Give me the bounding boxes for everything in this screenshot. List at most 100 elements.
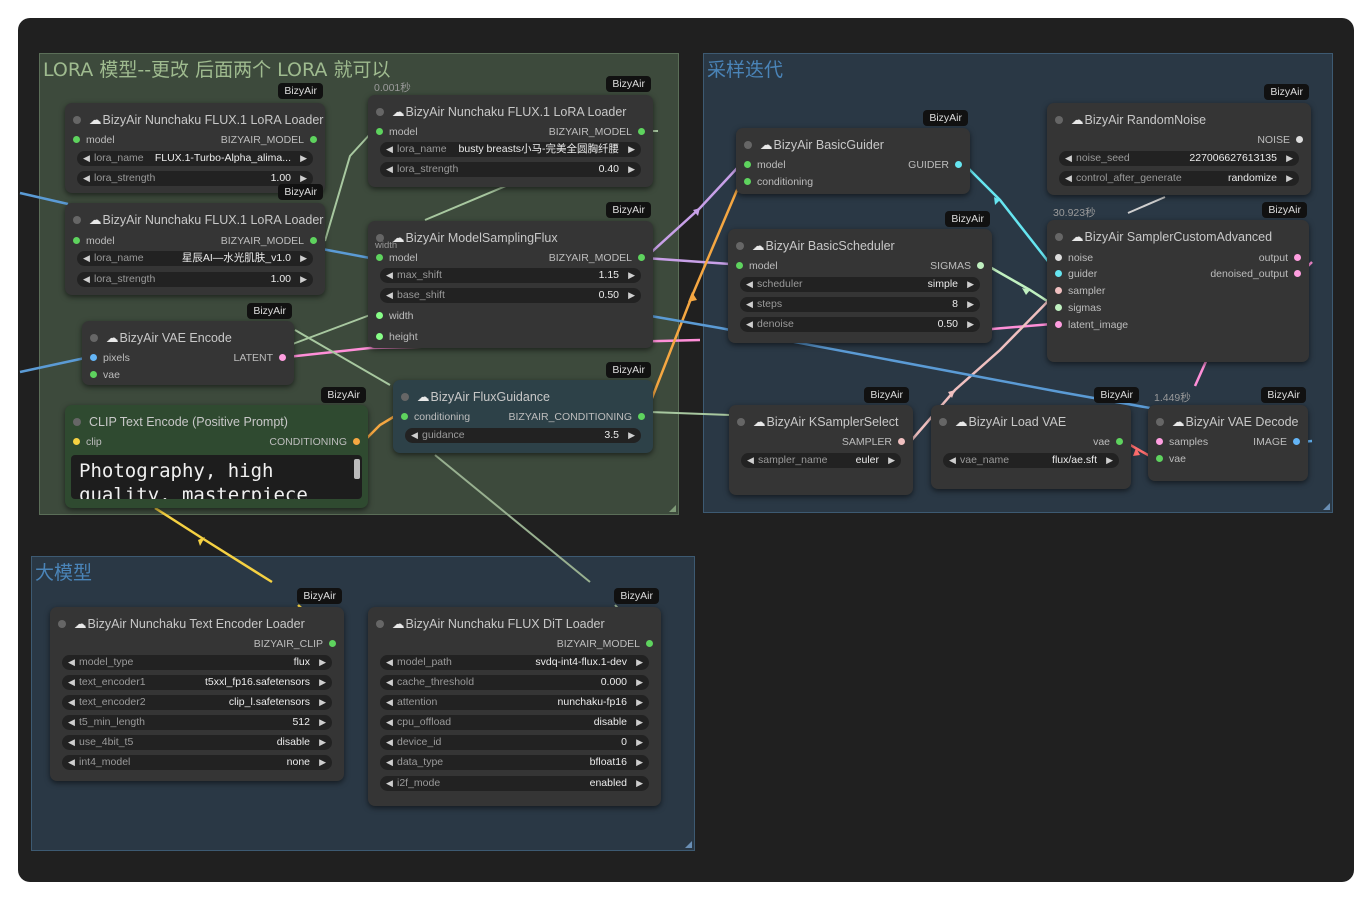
arrow-left-icon[interactable]: ◀ — [68, 735, 75, 750]
model-socket-icon[interactable] — [638, 254, 645, 261]
model-socket-icon[interactable] — [310, 237, 317, 244]
model-socket-icon[interactable] — [376, 254, 383, 261]
widget-control-after-generate[interactable]: ◀ control_after_generate randomize ▶ — [1059, 171, 1299, 186]
arrow-left-icon[interactable]: ◀ — [746, 277, 753, 292]
widget-base-shift[interactable]: ◀ base_shift 0.50 ▶ — [380, 288, 641, 303]
widget-max-shift[interactable]: ◀ max_shift 1.15 ▶ — [380, 268, 641, 283]
model-socket-icon[interactable] — [310, 136, 317, 143]
arrow-right-icon[interactable]: ▶ — [636, 735, 643, 750]
input-slot-sampler[interactable]: sampler — [1055, 284, 1105, 298]
node-vae-encode[interactable]: BizyAir ☁BizyAir VAE Encode pixels LATEN… — [82, 303, 294, 385]
widget-steps[interactable]: ◀ steps 8 ▶ — [740, 297, 980, 312]
arrow-left-icon[interactable]: ◀ — [68, 655, 75, 670]
arrow-right-icon[interactable]: ▶ — [319, 675, 326, 690]
widget-guidance[interactable]: ◀ guidance 3.5 ▶ — [405, 428, 641, 443]
node-vae-decode[interactable]: 1.449秒 BizyAir ☁BizyAir VAE Decode sampl… — [1148, 387, 1308, 481]
arrow-left-icon[interactable]: ◀ — [949, 453, 956, 468]
arrow-left-icon[interactable]: ◀ — [386, 735, 393, 750]
node-title[interactable]: ☁BizyAir Nunchaku FLUX DiT Loader — [376, 616, 605, 632]
widget-attention[interactable]: ◀ attention nunchaku-fp16 ▶ — [380, 695, 649, 710]
image-socket-icon[interactable] — [1293, 438, 1300, 445]
input-slot-conditioning[interactable]: conditioning — [401, 410, 470, 424]
output-slot-sigmas[interactable]: SIGMAS — [930, 259, 984, 273]
arrow-left-icon[interactable]: ◀ — [386, 288, 393, 303]
input-slot-latent[interactable]: latent_image — [1055, 318, 1128, 332]
node-title[interactable]: ☁BizyAir VAE Encode — [90, 330, 232, 346]
conditioning-socket-icon[interactable] — [744, 178, 751, 185]
node-title[interactable]: ☁BizyAir SamplerCustomAdvanced — [1055, 229, 1272, 245]
widget-int4-model[interactable]: ◀ int4_model none ▶ — [62, 755, 332, 770]
arrow-left-icon[interactable]: ◀ — [1065, 171, 1072, 186]
node-title[interactable]: ☁BizyAir Load VAE — [939, 414, 1066, 430]
output-slot-guider[interactable]: GUIDER — [908, 158, 962, 172]
latent-socket-icon[interactable] — [1055, 321, 1062, 328]
widget-cpu-offload[interactable]: ◀ cpu_offload disable ▶ — [380, 715, 649, 730]
widget-sampler-name[interactable]: ◀ sampler_name euler ▶ — [741, 453, 901, 468]
sampler-socket-icon[interactable] — [898, 438, 905, 445]
conditioning-socket-icon[interactable] — [401, 413, 408, 420]
input-slot-model[interactable]: model — [744, 158, 786, 172]
model-socket-icon[interactable] — [73, 136, 80, 143]
node-ksampler-select[interactable]: BizyAir ☁BizyAir KSamplerSelect SAMPLER … — [729, 387, 913, 495]
arrow-right-icon[interactable]: ▶ — [967, 317, 974, 332]
arrow-left-icon[interactable]: ◀ — [747, 453, 754, 468]
arrow-right-icon[interactable]: ▶ — [319, 655, 326, 670]
widget-i2f-mode[interactable]: ◀ i2f_mode enabled ▶ — [380, 776, 649, 791]
model-socket-icon[interactable] — [744, 161, 751, 168]
output-slot-latent[interactable]: LATENT — [234, 351, 286, 365]
arrow-right-icon[interactable]: ▶ — [967, 277, 974, 292]
prompt-textarea[interactable]: Photography, high quality, masterpiece — [71, 455, 362, 499]
arrow-left-icon[interactable]: ◀ — [386, 755, 393, 770]
arrow-right-icon[interactable]: ▶ — [636, 776, 643, 791]
widget-lora-name[interactable]: ◀ lora_name FLUX.1-Turbo-Alpha_alima... ▶ — [77, 151, 313, 166]
arrow-right-icon[interactable]: ▶ — [319, 695, 326, 710]
widget-model-path[interactable]: ◀ model_path svdq-int4-flux.1-dev ▶ — [380, 655, 649, 670]
output-slot-sampler[interactable]: SAMPLER — [842, 435, 905, 449]
node-flux-guidance[interactable]: BizyAir ☁BizyAir FluxGuidance conditioni… — [393, 362, 653, 453]
arrow-right-icon[interactable]: ▶ — [628, 162, 635, 177]
input-slot-height[interactable]: height — [376, 330, 418, 344]
collapse-dot-icon[interactable] — [73, 418, 81, 426]
model-socket-icon[interactable] — [73, 237, 80, 244]
latent-socket-icon[interactable] — [1156, 438, 1163, 445]
widget-device-id[interactable]: ◀ device_id 0 ▶ — [380, 735, 649, 750]
node-title[interactable]: ☁BizyAir BasicGuider — [744, 137, 884, 153]
collapse-dot-icon[interactable] — [744, 141, 752, 149]
output-slot-model[interactable]: BIZYAIR_MODEL — [549, 125, 645, 139]
arrow-right-icon[interactable]: ▶ — [636, 675, 643, 690]
widget-vae-name[interactable]: ◀ vae_name flux/ae.sft ▶ — [943, 453, 1119, 468]
output-slot-noise[interactable]: NOISE — [1257, 133, 1303, 147]
output-slot-model[interactable]: BIZYAIR_MODEL — [221, 133, 317, 147]
arrow-left-icon[interactable]: ◀ — [83, 272, 90, 287]
collapse-dot-icon[interactable] — [736, 242, 744, 250]
widget-text-encoder1[interactable]: ◀ text_encoder1 t5xxl_fp16.safetensors ▶ — [62, 675, 332, 690]
arrow-right-icon[interactable]: ▶ — [628, 268, 635, 283]
arrow-left-icon[interactable]: ◀ — [386, 142, 393, 157]
widget-noise-seed[interactable]: ◀ noise_seed 227006627613135 ▶ — [1059, 151, 1299, 166]
arrow-left-icon[interactable]: ◀ — [68, 675, 75, 690]
arrow-left-icon[interactable]: ◀ — [746, 297, 753, 312]
arrow-left-icon[interactable]: ◀ — [83, 251, 90, 266]
collapse-dot-icon[interactable] — [1055, 233, 1063, 241]
arrow-right-icon[interactable]: ▶ — [628, 428, 635, 443]
output-slot-model[interactable]: BIZYAIR_MODEL — [221, 234, 317, 248]
arrow-right-icon[interactable]: ▶ — [628, 142, 635, 157]
node-sampler-custom-advanced[interactable]: 30.923秒 BizyAir ☁BizyAir SamplerCustomAd… — [1047, 202, 1309, 362]
node-basic-guider[interactable]: BizyAir ☁BizyAir BasicGuider model GUIDE… — [736, 110, 970, 194]
input-slot-pixels[interactable]: pixels — [90, 351, 130, 365]
widget-scheduler[interactable]: ◀ scheduler simple ▶ — [740, 277, 980, 292]
model-socket-icon[interactable] — [736, 262, 743, 269]
widget-denoise[interactable]: ◀ denoise 0.50 ▶ — [740, 317, 980, 332]
output-slot-conditioning[interactable]: CONDITIONING — [269, 435, 360, 449]
clip-socket-icon[interactable] — [73, 438, 80, 445]
arrow-right-icon[interactable]: ▶ — [628, 288, 635, 303]
input-slot-samples[interactable]: samples — [1156, 435, 1208, 449]
widget-lora-strength[interactable]: ◀ lora_strength 1.00 ▶ — [77, 171, 313, 186]
node-title[interactable]: ☁BizyAir Nunchaku FLUX.1 LoRA Loader — [73, 112, 323, 128]
collapse-dot-icon[interactable] — [90, 334, 98, 342]
input-slot-clip[interactable]: clip — [73, 435, 102, 449]
conditioning-socket-icon[interactable] — [353, 438, 360, 445]
node-lora-loader-2[interactable]: 0.001秒 BizyAir ☁BizyAir Nunchaku FLUX.1 … — [368, 76, 653, 187]
latent-socket-icon[interactable] — [279, 354, 286, 361]
node-title[interactable]: ☁BizyAir VAE Decode — [1156, 414, 1299, 430]
